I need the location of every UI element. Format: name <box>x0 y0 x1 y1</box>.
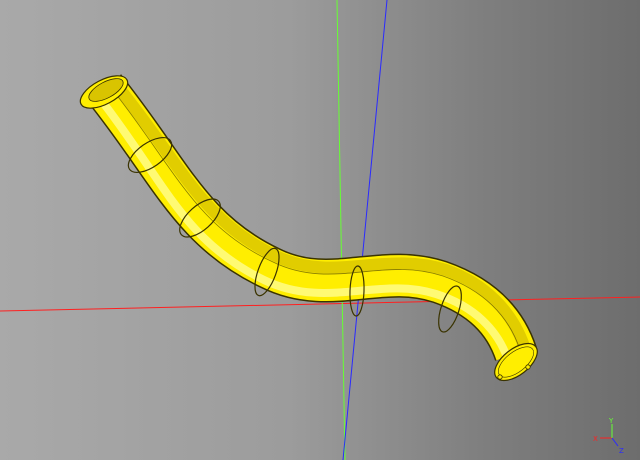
z-axis-line <box>342 0 388 460</box>
triad-z-label: Z <box>619 447 624 455</box>
tube-outline <box>86 74 537 362</box>
3d-viewport[interactable]: X Y Z <box>0 0 640 460</box>
orientation-triad: X Y Z <box>593 417 624 455</box>
scene-canvas[interactable] <box>0 0 640 460</box>
end-cap-hole <box>525 364 531 370</box>
triad-y-label: Y <box>608 417 614 425</box>
bent-tube-model[interactable] <box>75 69 543 387</box>
triad-z-arrow <box>611 437 619 447</box>
end-cap-hole <box>497 374 503 380</box>
triad-x-label: X <box>593 435 598 443</box>
tube-body <box>88 75 536 362</box>
y-axis-line <box>336 0 346 460</box>
